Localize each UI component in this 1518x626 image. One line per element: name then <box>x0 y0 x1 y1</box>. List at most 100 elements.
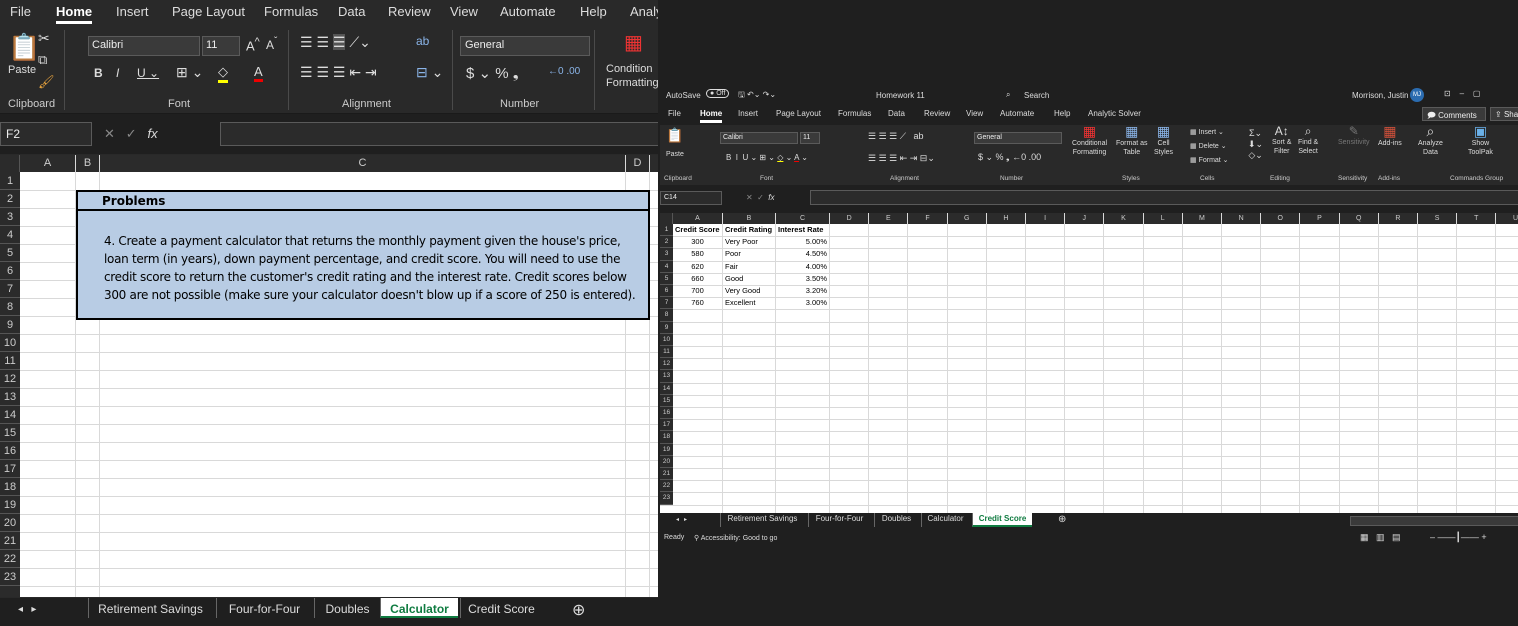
table-cell[interactable]: Poor <box>725 248 773 260</box>
row-header[interactable]: 4 <box>660 260 673 273</box>
tab-review[interactable]: Review <box>924 109 950 118</box>
table-cell[interactable]: 700 <box>675 285 720 297</box>
row-header[interactable]: 15 <box>0 424 20 442</box>
column-header[interactable]: C <box>100 155 626 172</box>
font-name-dropdown[interactable]: Calibri <box>720 132 798 144</box>
row-header[interactable] <box>0 586 20 597</box>
header-cell[interactable]: Credit Score <box>675 224 722 236</box>
column-header[interactable]: P <box>1300 213 1340 224</box>
sort-filter-button[interactable]: A↕ Sort & Filter <box>1272 125 1291 156</box>
font-color-icon[interactable]: A <box>254 64 263 82</box>
avatar[interactable]: MJ <box>1410 88 1424 102</box>
row-header[interactable]: 17 <box>660 419 673 432</box>
add-sheet-icon[interactable]: ⊕ <box>1058 514 1066 525</box>
column-header[interactable]: K <box>1104 213 1144 224</box>
scroll-tabs-icons[interactable]: ◂ ▸ <box>18 604 36 615</box>
row-header[interactable]: 23 <box>0 568 20 586</box>
tab-home[interactable]: Home <box>56 4 93 24</box>
column-header[interactable]: D <box>830 213 870 224</box>
wrap-text-icon[interactable]: ab <box>416 34 429 48</box>
row-header[interactable]: 11 <box>660 346 673 359</box>
row-header[interactable]: 8 <box>0 298 20 316</box>
number-format-dropdown[interactable]: General <box>974 132 1062 144</box>
sheet-tab-doubles[interactable]: Doubles <box>874 513 918 527</box>
row-header[interactable]: 10 <box>0 334 20 352</box>
conditional-formatting-button[interactable]: Condition Formatting <box>606 62 658 90</box>
table-cell[interactable]: 3.00% <box>778 297 827 309</box>
row-header[interactable]: 16 <box>0 442 20 460</box>
select-all[interactable] <box>0 155 20 172</box>
view-buttons[interactable]: ▦ ▥ ▤ <box>1360 532 1401 543</box>
sheet-tab-doubles[interactable]: Doubles <box>314 598 380 618</box>
paste-button[interactable]: Paste <box>666 151 684 158</box>
table-cell[interactable]: 3.20% <box>778 285 827 297</box>
column-header[interactable]: M <box>1182 213 1222 224</box>
table-cell[interactable]: 4.50% <box>778 248 827 260</box>
window-controls[interactable]: ⊡ – ▢ <box>1444 89 1481 98</box>
column-header[interactable]: N <box>1222 213 1262 224</box>
row-header[interactable]: 7 <box>0 280 20 298</box>
decimal-icons[interactable]: ←0 .00 <box>548 66 580 77</box>
row-header[interactable]: 14 <box>0 406 20 424</box>
formula-input[interactable] <box>810 190 1518 205</box>
row-header[interactable]: 21 <box>660 468 673 481</box>
cell-styles-button[interactable]: ▦ Cell Styles <box>1154 124 1173 157</box>
row-header[interactable]: 11 <box>0 352 20 370</box>
format-painter-icon[interactable]: 🖌 <box>38 74 55 90</box>
column-header[interactable]: A <box>673 213 723 224</box>
row-header[interactable]: 19 <box>660 443 673 456</box>
row-header[interactable]: 16 <box>660 407 673 420</box>
show-toolpak-button[interactable]: ▣ Show ToolPak <box>1468 124 1493 157</box>
column-header[interactable]: T <box>1457 213 1497 224</box>
header-cell[interactable]: Credit Rating <box>725 224 775 236</box>
name-box[interactable]: C14 <box>660 191 722 205</box>
column-header[interactable]: U <box>1496 213 1518 224</box>
column-header[interactable]: R <box>1378 213 1418 224</box>
increase-font-icon[interactable]: A^ <box>246 36 260 53</box>
number-format-dropdown[interactable]: General <box>460 36 590 56</box>
tab-insert[interactable]: Insert <box>738 109 758 118</box>
italic-button[interactable]: I <box>116 66 119 80</box>
row-header[interactable]: 2 <box>660 236 673 249</box>
column-header[interactable]: L <box>1143 213 1183 224</box>
tab-formulas[interactable]: Formulas <box>838 109 871 118</box>
column-header[interactable]: A <box>20 155 76 172</box>
align-top-icon[interactable]: ☰ ☰ ☰ ⟋⌄ <box>300 34 371 51</box>
row-header[interactable]: 18 <box>660 431 673 444</box>
row-header[interactable]: 13 <box>660 370 673 383</box>
tab-help[interactable]: Help <box>580 4 607 19</box>
row-header[interactable]: 22 <box>0 550 20 568</box>
paste-icon[interactable]: 📋 <box>8 32 40 63</box>
column-header[interactable]: E <box>869 213 909 224</box>
number-icons[interactable]: $ ⌄ % ❟ ←0 .00 <box>978 152 1041 163</box>
column-header[interactable]: H <box>986 213 1026 224</box>
row-header[interactable]: 7 <box>660 297 673 310</box>
sheet-tab-credit-score[interactable]: Credit Score <box>972 513 1032 527</box>
table-cell[interactable]: 620 <box>675 261 720 273</box>
row-header[interactable]: 9 <box>660 321 673 334</box>
tab-file[interactable]: File <box>668 109 681 118</box>
fill-color-icon[interactable]: ◇ <box>218 64 228 83</box>
formula-icons[interactable]: ✕ ✓ fx <box>746 193 775 202</box>
column-header[interactable]: B <box>76 155 100 172</box>
row-header[interactable]: 6 <box>0 262 20 280</box>
column-header[interactable]: F <box>908 213 948 224</box>
column-header[interactable]: Q <box>1339 213 1379 224</box>
formula-input[interactable] <box>220 122 658 146</box>
paste-icon[interactable]: 📋 <box>666 127 683 144</box>
row-header[interactable]: 12 <box>0 370 20 388</box>
tab-analytic-solver[interactable]: Analytic Solver <box>1088 109 1141 118</box>
row-header[interactable]: 1 <box>0 172 20 190</box>
table-cell[interactable]: 760 <box>675 297 720 309</box>
sheet-tab-retirement-savings[interactable]: Retirement Savings <box>88 598 212 618</box>
row-header[interactable]: 23 <box>660 492 673 505</box>
sheet-tab-calculator[interactable]: Calculator <box>921 513 969 527</box>
addins-button[interactable]: ▦ Add-ins <box>1378 124 1402 148</box>
row-header[interactable]: 21 <box>0 532 20 550</box>
copy-icon[interactable]: ⧉ <box>38 52 47 68</box>
format-cells-button[interactable]: ▦ Format ⌄ <box>1190 156 1229 164</box>
row-header[interactable]: 12 <box>660 358 673 371</box>
search-icon[interactable]: ⌕ <box>1006 90 1010 100</box>
sheet-tab-four-for-four[interactable]: Four-for-Four <box>808 513 870 527</box>
table-cell[interactable]: 660 <box>675 273 720 285</box>
